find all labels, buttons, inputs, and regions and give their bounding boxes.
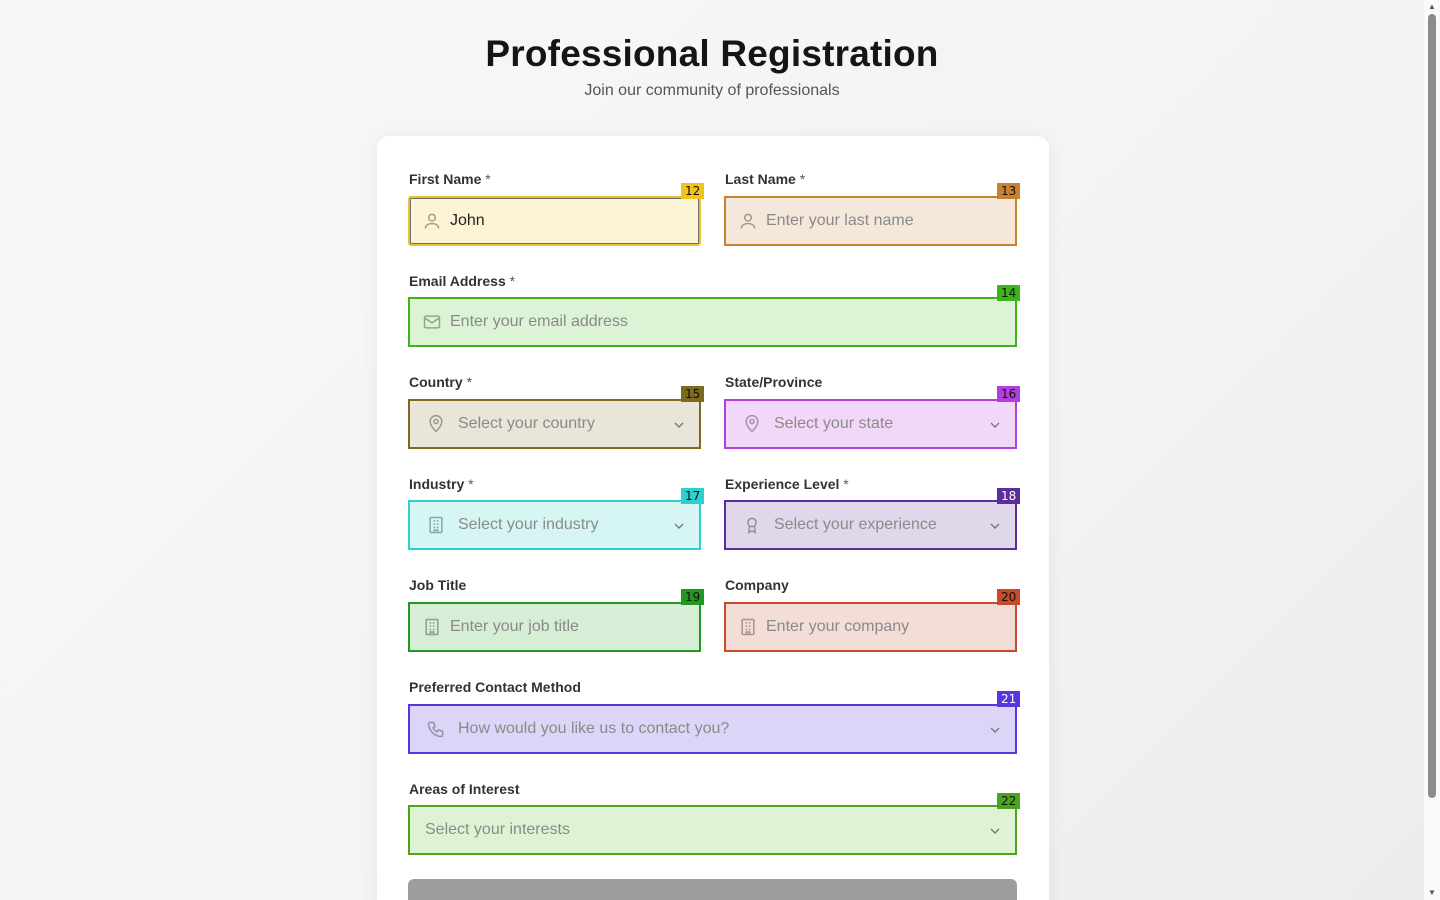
first-name-input[interactable]: John: [408, 196, 701, 246]
contact-method-placeholder: How would you like us to contact you?: [458, 720, 730, 737]
state-label: State/Province: [725, 374, 823, 390]
element-badge: 18: [997, 488, 1021, 504]
scroll-up-arrow-icon[interactable]: ▲: [1427, 3, 1437, 11]
chevron-down-icon: [987, 722, 1003, 738]
scroll-down-arrow-icon[interactable]: ▼: [1427, 889, 1437, 897]
element-badge: 21: [997, 691, 1021, 707]
chevron-down-icon: [987, 417, 1003, 433]
interests-select[interactable]: Select your interests: [408, 805, 1017, 855]
map-pin-icon: [742, 414, 762, 434]
chevron-down-icon: [671, 518, 687, 534]
industry-select[interactable]: Select your industry: [408, 500, 701, 550]
chevron-down-icon: [671, 417, 687, 433]
page-header: Professional Registration Join our commu…: [0, 32, 1424, 100]
email-placeholder: Enter your email address: [450, 313, 628, 330]
industry-placeholder: Select your industry: [458, 516, 599, 533]
job-title-placeholder: Enter your job title: [450, 618, 579, 635]
mail-icon: [422, 312, 442, 332]
company-placeholder: Enter your company: [766, 618, 910, 635]
country-label: Country *: [409, 374, 473, 390]
user-icon: [738, 211, 758, 231]
country-select[interactable]: Select your country: [408, 399, 701, 449]
email-input[interactable]: Enter your email address: [408, 297, 1017, 347]
contact-method-label: Preferred Contact Method: [409, 679, 581, 695]
building-icon: [426, 515, 446, 535]
phone-icon: [426, 719, 446, 739]
page-subtitle: Join our community of professionals: [584, 82, 840, 99]
user-icon: [422, 211, 442, 231]
state-select[interactable]: Select your state: [724, 399, 1017, 449]
vertical-scrollbar[interactable]: ▲ ▼: [1424, 0, 1440, 900]
interests-placeholder: Select your interests: [425, 821, 570, 838]
element-badge: 13: [997, 183, 1021, 199]
chevron-down-icon: [987, 823, 1003, 839]
experience-label: Experience Level *: [725, 476, 849, 492]
element-badge: 16: [997, 386, 1021, 402]
element-badge: 12: [681, 183, 705, 199]
state-placeholder: Select your state: [774, 415, 894, 432]
email-label: Email Address *: [409, 273, 516, 289]
scrollbar-thumb[interactable]: [1428, 14, 1436, 798]
company-input[interactable]: Enter your company: [724, 602, 1017, 652]
element-badge: 15: [681, 386, 705, 402]
element-badge: 14: [997, 285, 1021, 301]
last-name-placeholder: Enter your last name: [766, 212, 914, 229]
job-title-input[interactable]: Enter your job title: [408, 602, 701, 652]
chevron-down-icon: [987, 518, 1003, 534]
last-name-input[interactable]: Enter your last name: [724, 196, 1017, 246]
experience-select[interactable]: Select your experience: [724, 500, 1017, 550]
building-icon: [422, 617, 442, 637]
element-badge: 20: [997, 589, 1021, 605]
experience-placeholder: Select your experience: [774, 516, 937, 533]
element-badge: 19: [681, 589, 705, 605]
element-badge: 22: [997, 793, 1021, 809]
first-name-label: First Name *: [409, 171, 491, 187]
job-title-label: Job Title: [409, 577, 467, 593]
interests-label: Areas of Interest: [409, 781, 520, 797]
building-icon: [738, 617, 758, 637]
map-pin-icon: [426, 414, 446, 434]
country-placeholder: Select your country: [458, 415, 595, 432]
last-name-label: Last Name *: [725, 171, 806, 187]
element-badge: 17: [681, 488, 705, 504]
award-icon: [742, 515, 762, 535]
company-label: Company: [725, 577, 789, 593]
first-name-value: John: [450, 212, 485, 229]
page-title: Professional Registration: [485, 33, 939, 74]
submit-button[interactable]: [408, 879, 1017, 900]
contact-method-select[interactable]: How would you like us to contact you?: [408, 704, 1017, 754]
industry-label: Industry *: [409, 476, 474, 492]
